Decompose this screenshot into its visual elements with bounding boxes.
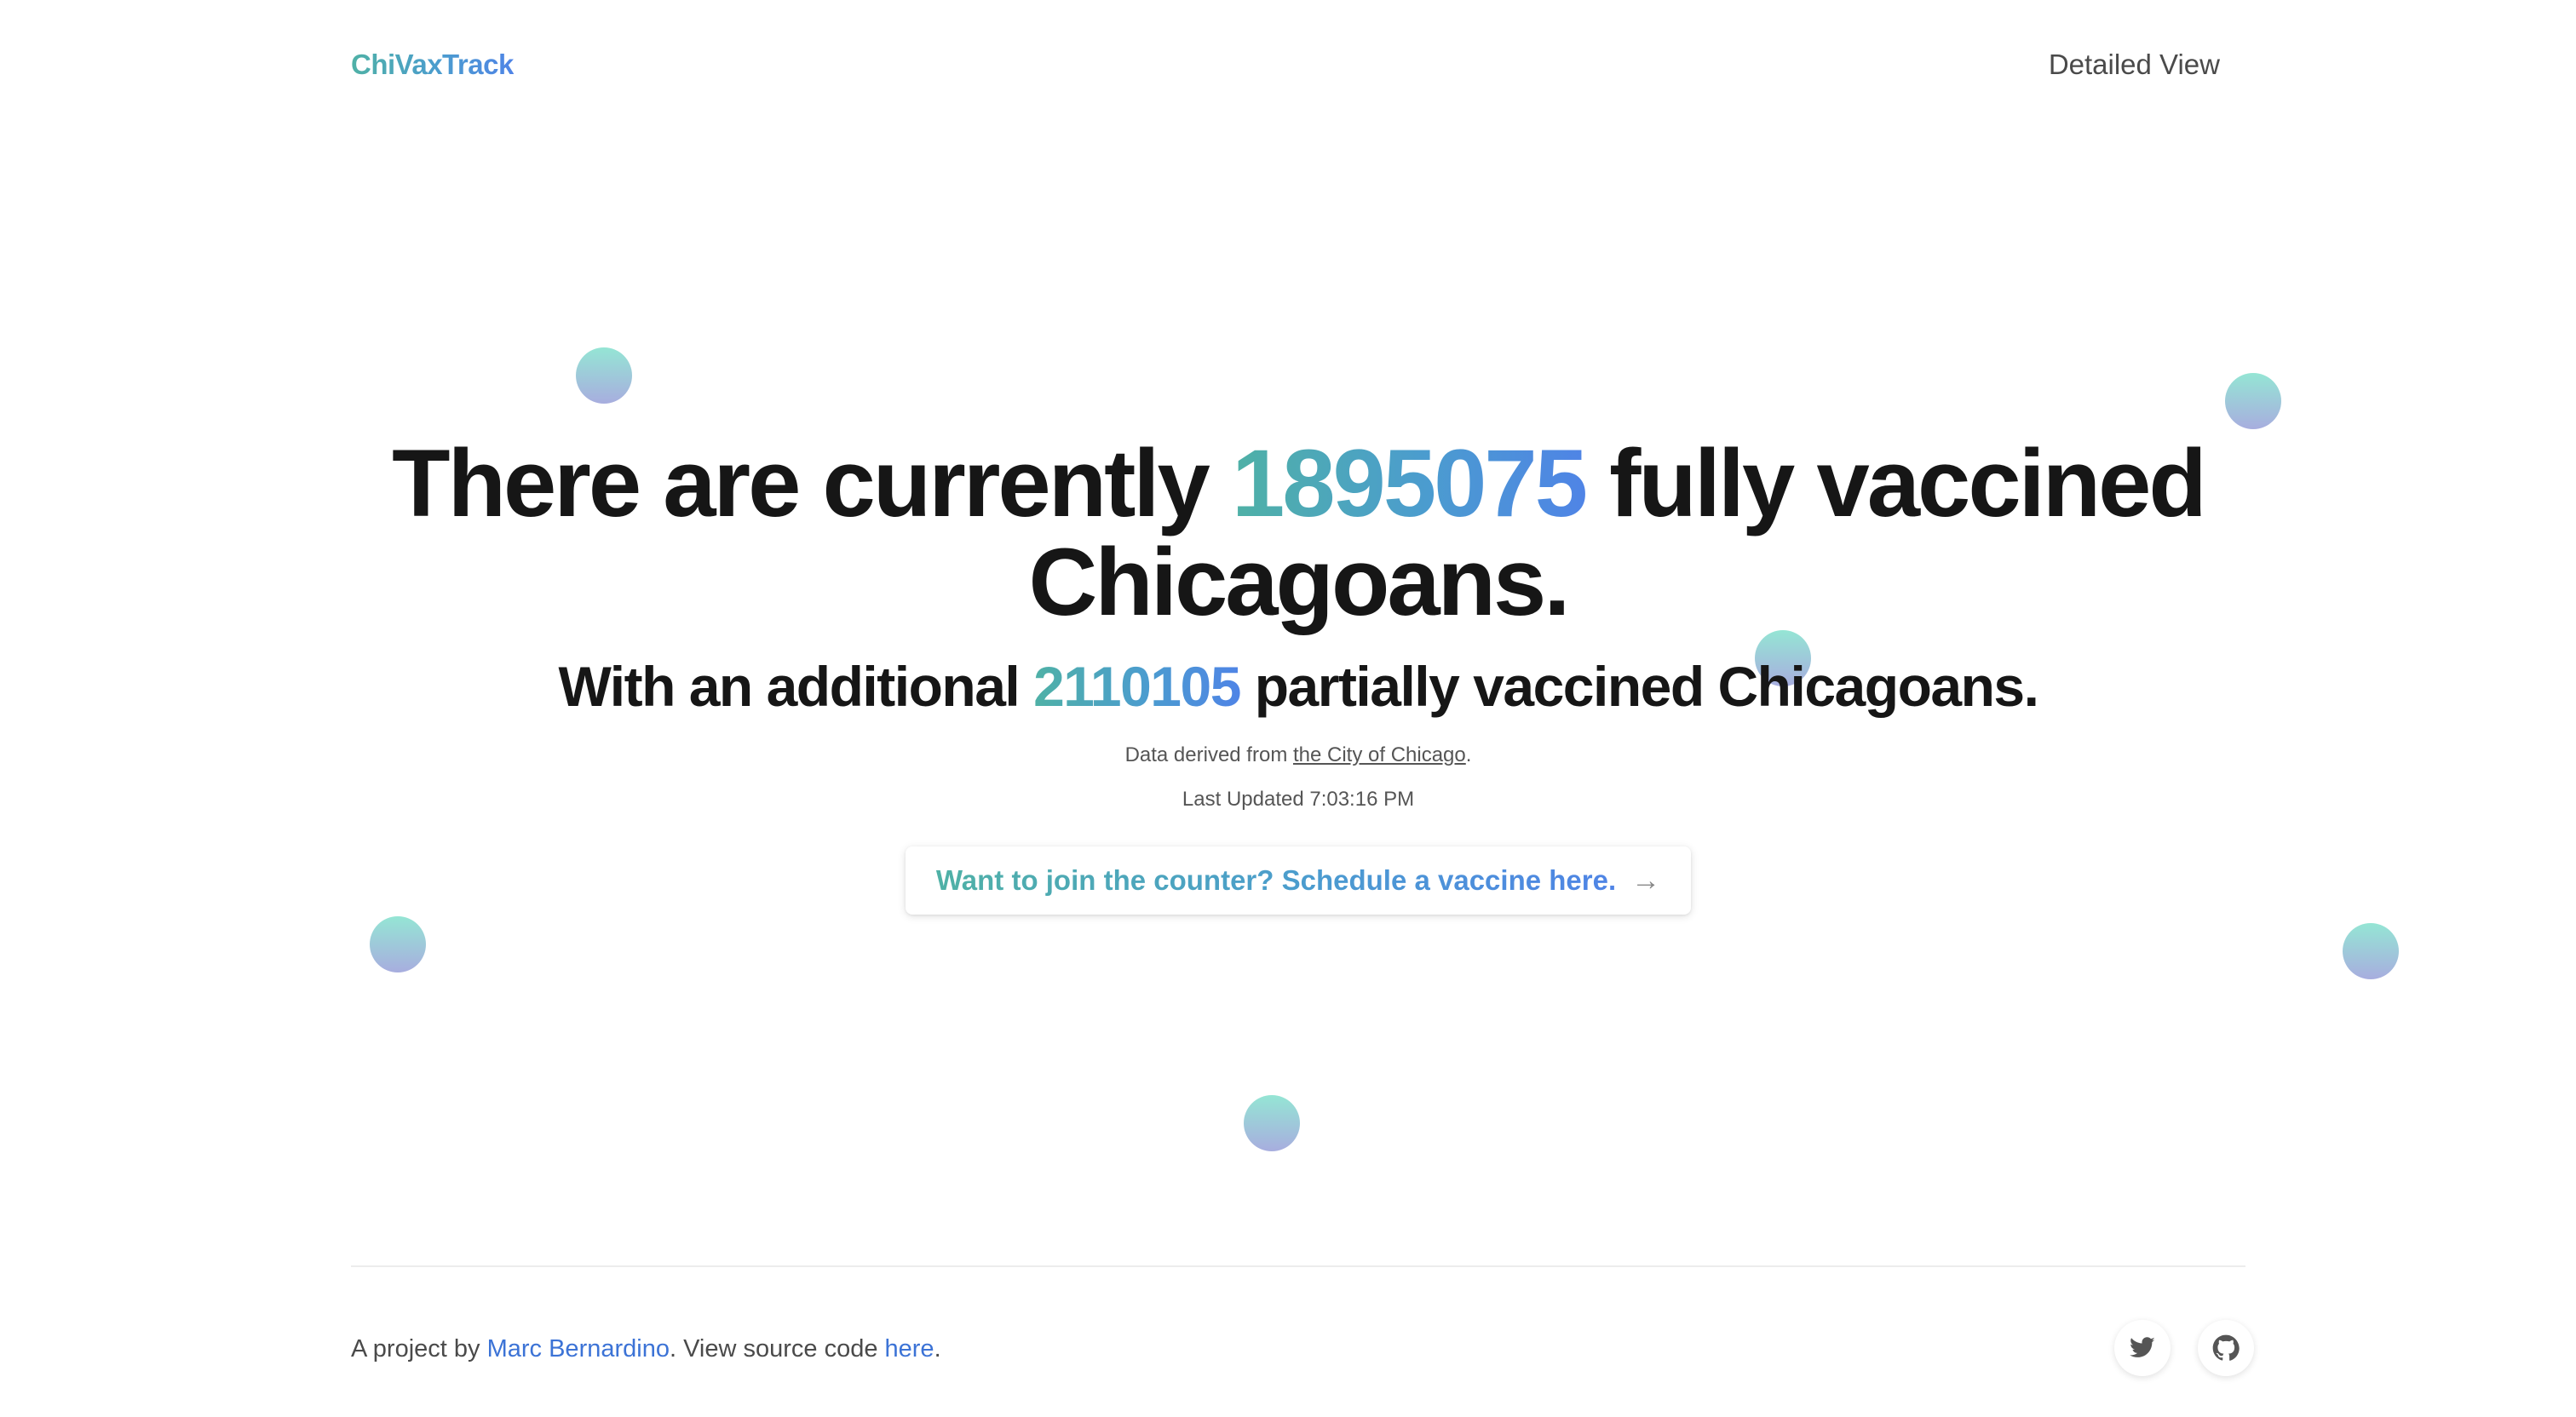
logo-link[interactable]: ChiVaxTrack: [351, 46, 514, 83]
city-of-chicago-link[interactable]: the City of Chicago: [1293, 743, 1466, 766]
decorative-dot: [2343, 923, 2399, 979]
footer-divider: [351, 1265, 2245, 1267]
page: ChiVaxTrack Detailed View There are curr…: [0, 0, 2576, 1417]
twitter-icon: [2130, 1337, 2155, 1357]
github-button[interactable]: [2198, 1320, 2254, 1376]
arrow-right-icon: →: [1631, 864, 1661, 897]
author-link[interactable]: Marc Bernardino: [487, 1335, 670, 1362]
subline-prefix: With an additional: [558, 655, 1034, 718]
twitter-button[interactable]: [2114, 1320, 2171, 1376]
headline: There are currently 1895075 fully vaccin…: [351, 434, 2245, 632]
footer-suffix: .: [934, 1335, 941, 1362]
subheadline: With an additional 2110105 partially vac…: [351, 652, 2245, 720]
footer-middle: . View source code: [669, 1335, 885, 1362]
schedule-vaccine-label: Want to join the counter? Schedule a vac…: [935, 864, 1617, 896]
schedule-vaccine-button[interactable]: Want to join the counter? Schedule a vac…: [905, 846, 1692, 915]
data-source-note: Data derived from the City of Chicago.: [351, 741, 2245, 770]
hero-section: There are currently 1895075 fully vaccin…: [351, 434, 2245, 915]
github-icon: [2212, 1334, 2240, 1361]
decorative-dot: [370, 916, 426, 972]
detailed-view-link[interactable]: Detailed View: [2049, 46, 2220, 83]
decorative-dot: [1244, 1095, 1300, 1151]
fully-vaccinated-count: 1895075: [1231, 430, 1588, 536]
partially-vaccinated-count: 2110105: [1033, 655, 1241, 718]
source-prefix: Data derived from: [1124, 743, 1293, 766]
decorative-dot: [2225, 373, 2281, 429]
subline-suffix: partially vaccined Chicagoans.: [1239, 655, 2039, 718]
source-suffix: .: [1465, 743, 1472, 766]
footer-prefix: A project by: [351, 1335, 487, 1362]
last-updated: Last Updated 7:03:16 PM: [1182, 788, 1415, 811]
footer-credit: A project by Marc Bernardino. View sourc…: [351, 1332, 941, 1366]
decorative-dot: [576, 347, 632, 404]
source-code-link[interactable]: here: [885, 1335, 934, 1362]
headline-prefix: There are currently: [392, 430, 1232, 536]
